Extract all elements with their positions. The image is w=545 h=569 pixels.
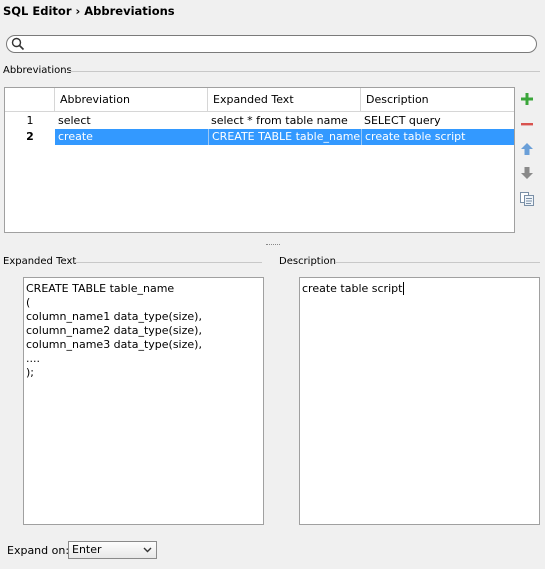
expanded-text-line: .... [26,352,40,365]
expand-on-label: Expand on: [7,544,70,557]
cell-description[interactable]: create table script [361,129,514,145]
add-button[interactable] [518,90,536,108]
table-row[interactable]: 1 select select * from table name SELECT… [5,113,514,129]
abbreviations-group-label: Abbreviations [3,65,72,76]
arrow-up-icon [521,143,533,155]
expanded-text-editor[interactable]: CREATE TABLE table_name ( column_name1 d… [23,277,264,525]
expanded-text-line: ); [26,366,34,379]
row-number: 1 [26,114,34,127]
cell-expanded-text[interactable]: select * from table name [208,113,361,129]
breadcrumb-separator: › [75,4,81,18]
search-icon [11,37,25,51]
column-header-abbreviation[interactable]: Abbreviation [55,88,208,111]
column-header-description[interactable]: Description [361,88,514,111]
move-down-button[interactable] [518,164,536,182]
text-cursor [403,282,405,295]
arrow-down-icon [521,167,533,179]
chevron-down-icon [143,547,152,553]
table-header: Abbreviation Expanded Text Description [5,88,514,112]
expanded-text-line: ( [26,296,31,309]
copy-button[interactable] [518,190,536,208]
column-header-index[interactable] [5,88,55,111]
remove-button[interactable] [518,115,536,133]
description-divider [335,262,540,263]
move-up-button[interactable] [518,140,536,158]
expanded-text-label: Expanded Text [3,256,77,267]
row-number: 2 [26,130,34,143]
breadcrumb-parent[interactable]: SQL Editor [3,4,72,18]
abbreviations-divider [70,71,540,72]
expanded-text-line: CREATE TABLE table_name [26,282,175,295]
description-value: create table script [302,282,403,295]
expanded-text-divider [75,262,262,263]
cell-abbreviation[interactable]: create [55,129,208,145]
table-row-selected[interactable]: 2 create CREATE TABLE table_name(… creat… [5,129,514,145]
breadcrumb-current: Abbreviations [84,4,175,18]
add-icon [521,93,533,105]
column-header-expanded-text[interactable]: Expanded Text [208,88,361,111]
expanded-text-line: column_name3 data_type(size), [26,338,202,351]
breadcrumb: SQL Editor › Abbreviations [3,4,175,18]
abbreviations-table[interactable]: Abbreviation Expanded Text Description 1… [4,87,515,233]
splitter-handle[interactable] [266,244,280,248]
cell-expanded-text[interactable]: CREATE TABLE table_name(… [208,129,361,145]
copy-icon [520,192,534,206]
cell-description[interactable]: SELECT query [361,113,514,129]
description-label: Description [279,256,336,267]
search-field[interactable] [6,35,537,53]
expanded-text-line: column_name2 data_type(size), [26,324,202,337]
remove-icon [521,123,533,126]
expanded-text-line: column_name1 data_type(size), [26,310,202,323]
expand-on-value: Enter [72,543,102,556]
search-input[interactable] [29,36,529,50]
description-field[interactable]: create table script [299,277,540,525]
expand-on-select[interactable]: Enter [68,541,157,559]
cell-abbreviation[interactable]: select [55,113,208,129]
